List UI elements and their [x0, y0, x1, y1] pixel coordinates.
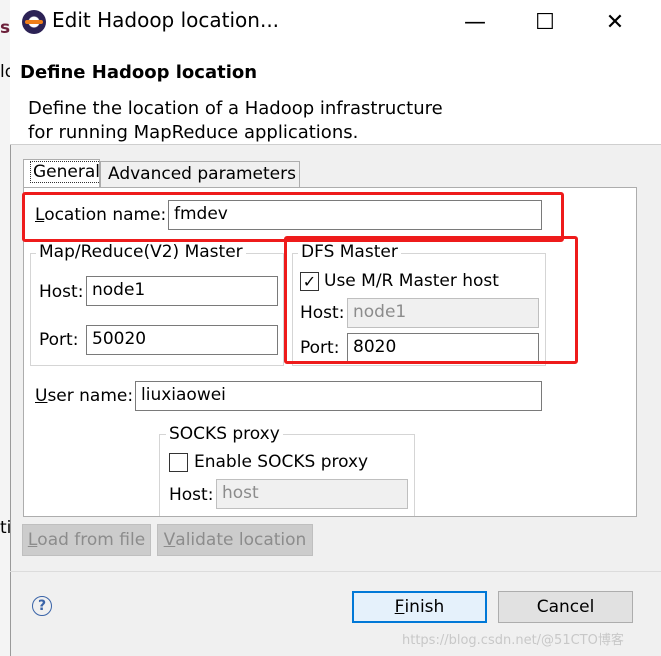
tab-general-label: General [30, 161, 103, 183]
socks-host-input: host [216, 479, 408, 509]
load-from-file-button: Load from file [22, 524, 151, 556]
maximize-button[interactable]: ☐ [522, 0, 568, 45]
validate-location-button: Validate location [157, 524, 313, 556]
minimize-button[interactable]: — [452, 0, 498, 45]
socks-host-label: Host: [169, 485, 214, 505]
close-button[interactable]: ✕ [592, 0, 638, 45]
background-window [0, 0, 10, 656]
mnemonic: F [394, 597, 405, 617]
user-name-input[interactable]: liuxiaowei [135, 381, 542, 411]
help-icon[interactable]: ? [32, 596, 52, 616]
eclipse-icon [22, 10, 46, 34]
button-text: inish [404, 597, 445, 617]
window-title: Edit Hadoop location... [52, 8, 280, 32]
tab-general[interactable]: General [23, 159, 103, 189]
enable-socks-checkbox[interactable] [169, 453, 188, 472]
mnemonic: L [27, 530, 38, 550]
cancel-button[interactable]: Cancel [498, 591, 633, 623]
mr-host-input[interactable]: node1 [86, 276, 278, 306]
socks-proxy-title: SOCKS proxy [166, 424, 283, 444]
button-text: oad from file [37, 530, 146, 550]
mnemonic: V [163, 530, 176, 550]
finish-button[interactable]: Finish [352, 591, 487, 623]
highlight-box-dfs [284, 236, 578, 364]
header-description: Define the location of a Hadoop infrastr… [28, 98, 443, 143]
enable-socks-label: Enable SOCKS proxy [194, 452, 369, 472]
mr-host-label: Host: [39, 282, 84, 302]
button-text: alidate location [175, 530, 307, 550]
label-text: ser name: [47, 386, 134, 406]
header-title: Define Hadoop location [20, 62, 258, 83]
background-fragment: ti [0, 518, 10, 538]
watermark: https://blog.csdn.net/@51CTO博客 [402, 633, 624, 648]
user-name-label: User name: [35, 386, 133, 406]
background-fragment: sr [0, 18, 10, 38]
background-fragment: ld [0, 62, 10, 82]
mr-port-input[interactable]: 50020 [86, 325, 278, 355]
footer-divider [10, 571, 661, 572]
mr-port-label: Port: [39, 330, 79, 350]
mr-master-title: Map/Reduce(V2) Master [36, 242, 246, 262]
highlight-box-location [22, 192, 564, 242]
tab-advanced-parameters[interactable]: Advanced parameters [100, 161, 300, 188]
mnemonic: U [35, 386, 48, 406]
